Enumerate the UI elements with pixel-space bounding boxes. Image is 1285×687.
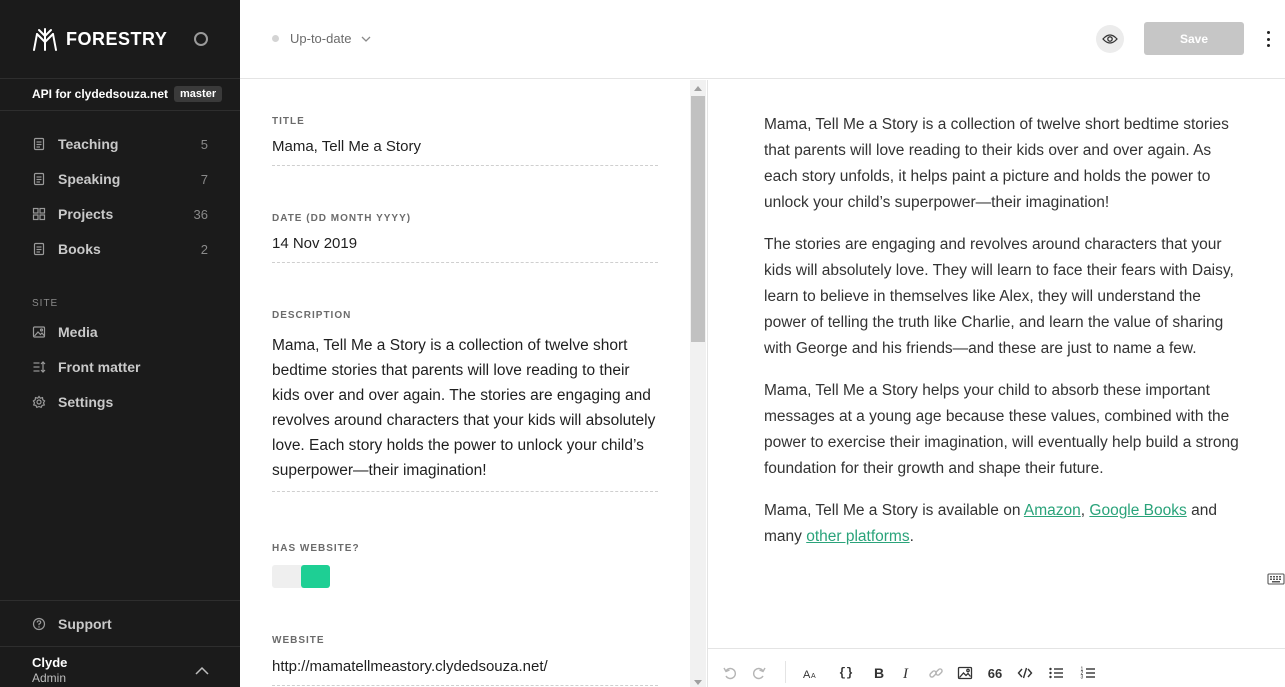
editor-paragraph: The stories are engaging and revolves ar… bbox=[764, 236, 1234, 357]
save-button[interactable]: Save bbox=[1144, 22, 1244, 55]
form-scrollbar[interactable] bbox=[690, 80, 706, 687]
sidebar-item-projects[interactable]: Projects 36 bbox=[32, 202, 208, 226]
scroll-down-icon[interactable] bbox=[694, 680, 702, 685]
sidebar-item-label: Media bbox=[58, 324, 98, 340]
svg-text:I: I bbox=[902, 666, 909, 681]
more-options-icon[interactable] bbox=[1260, 28, 1276, 50]
content-editor[interactable]: Mama, Tell Me a Story is a collection of… bbox=[707, 80, 1285, 648]
sidebar-item-label: Settings bbox=[58, 394, 114, 410]
sidebar-item-count: 2 bbox=[200, 241, 208, 257]
sidebar-item-speaking[interactable]: Speaking 7 bbox=[32, 167, 208, 191]
scroll-thumb[interactable] bbox=[691, 96, 705, 342]
website-label: WEBSITE bbox=[272, 635, 325, 646]
sidebar-item-support[interactable]: Support bbox=[32, 612, 208, 636]
bold-icon[interactable]: B bbox=[869, 663, 889, 683]
sidebar-item-books[interactable]: Books 2 bbox=[32, 237, 208, 261]
branch-badge: master bbox=[174, 86, 223, 102]
chevron-down-icon[interactable] bbox=[361, 35, 371, 43]
editor-body[interactable]: Mama, Tell Me a Story is a collection of… bbox=[764, 112, 1244, 566]
sync-status-icon[interactable] bbox=[194, 32, 208, 46]
forestry-logo-icon bbox=[33, 28, 57, 51]
site-switcher[interactable]: API for clydedsouza.net master bbox=[32, 86, 223, 102]
title-field[interactable]: Mama, Tell Me a Story bbox=[272, 138, 658, 166]
date-label: DATE (DD MONTH YYYY) bbox=[272, 213, 412, 224]
scroll-up-icon[interactable] bbox=[694, 86, 702, 91]
sidebar-item-label: Books bbox=[58, 241, 101, 257]
undo-icon[interactable] bbox=[720, 663, 740, 683]
brand-name: FORESTRY bbox=[66, 28, 168, 49]
bullet-list-icon[interactable] bbox=[1046, 663, 1066, 683]
status-dropdown[interactable]: Up-to-date bbox=[290, 31, 351, 46]
code-block-icon[interactable]: {} bbox=[836, 663, 856, 683]
sidebar-item-count: 7 bbox=[200, 171, 208, 187]
front-matter-icon bbox=[32, 360, 46, 374]
sidebar-item-media[interactable]: Media bbox=[32, 320, 208, 344]
site-name: API for clydedsouza.net bbox=[32, 87, 169, 101]
top-bar: Up-to-date Save bbox=[240, 0, 1285, 79]
sidebar-item-teaching[interactable]: Teaching 5 bbox=[32, 132, 208, 156]
description-field[interactable]: Mama, Tell Me a Story is a collection of… bbox=[272, 333, 658, 492]
section-label-site: SITE bbox=[32, 298, 59, 309]
chevron-up-icon[interactable] bbox=[195, 666, 209, 676]
eye-icon bbox=[1102, 34, 1118, 44]
numbered-list-icon[interactable]: 123 bbox=[1078, 663, 1098, 683]
svg-text:A: A bbox=[811, 673, 816, 680]
user-name[interactable]: Clyde bbox=[32, 655, 67, 670]
toolbar-separator bbox=[785, 661, 786, 683]
user-role: Admin bbox=[32, 671, 67, 685]
front-matter-form: TITLE Mama, Tell Me a Story DATE (DD MON… bbox=[240, 80, 690, 687]
redo-icon[interactable] bbox=[749, 663, 769, 683]
inline-code-icon[interactable] bbox=[1015, 663, 1035, 683]
status-dot bbox=[272, 35, 279, 42]
svg-text:3: 3 bbox=[1081, 675, 1084, 681]
help-circle-icon bbox=[32, 617, 46, 631]
preview-button[interactable] bbox=[1096, 25, 1124, 53]
sidebar-item-count: 5 bbox=[200, 136, 208, 152]
sidebar-divider bbox=[0, 110, 240, 111]
amazon-link[interactable]: Amazon bbox=[1024, 502, 1081, 519]
google-books-link[interactable]: Google Books bbox=[1089, 502, 1186, 519]
sidebar: FORESTRY API for clydedsouza.net master … bbox=[0, 0, 240, 687]
editor-text: Mama, Tell Me a Story is available on bbox=[764, 502, 1024, 519]
italic-icon[interactable]: I bbox=[897, 663, 917, 683]
document-icon bbox=[32, 172, 46, 186]
editor-paragraph: Mama, Tell Me a Story helps your child t… bbox=[764, 382, 1239, 477]
svg-text:B: B bbox=[874, 665, 884, 681]
has-website-label: HAS WEBSITE? bbox=[272, 543, 360, 554]
editor-paragraph: Mama, Tell Me a Story is available on Am… bbox=[764, 498, 1244, 550]
website-field[interactable]: http://mamatellmeastory.clydedsouza.net/ bbox=[272, 658, 658, 686]
date-field[interactable]: 14 Nov 2019 bbox=[272, 235, 658, 263]
keyboard-icon[interactable] bbox=[1267, 572, 1285, 586]
sidebar-divider bbox=[0, 646, 240, 647]
title-label: TITLE bbox=[272, 116, 305, 127]
document-icon bbox=[32, 137, 46, 151]
sidebar-item-front-matter[interactable]: Front matter bbox=[32, 355, 208, 379]
image-icon[interactable] bbox=[955, 663, 975, 683]
sidebar-item-label: Support bbox=[58, 616, 112, 632]
svg-text:A: A bbox=[803, 669, 811, 681]
image-icon bbox=[32, 325, 46, 339]
sidebar-item-label: Projects bbox=[58, 206, 114, 222]
gear-icon bbox=[32, 395, 46, 409]
document-icon bbox=[32, 242, 46, 256]
brand[interactable]: FORESTRY bbox=[32, 26, 167, 52]
text-size-icon[interactable]: AA bbox=[800, 663, 820, 683]
sidebar-divider bbox=[0, 600, 240, 601]
editor-paragraph: Mama, Tell Me a Story is a collection of… bbox=[764, 116, 1229, 211]
toggle-knob bbox=[301, 565, 330, 588]
sidebar-divider bbox=[0, 78, 240, 79]
grid-icon bbox=[32, 207, 46, 221]
link-icon[interactable] bbox=[926, 663, 946, 683]
sidebar-item-label: Front matter bbox=[58, 359, 141, 375]
other-platforms-link[interactable]: other platforms bbox=[806, 528, 909, 545]
sidebar-item-settings[interactable]: Settings bbox=[32, 390, 208, 414]
sidebar-item-count: 36 bbox=[193, 206, 208, 222]
sidebar-item-label: Speaking bbox=[58, 171, 121, 187]
editor-toolbar: AA {} B I 66 123 bbox=[707, 648, 1285, 687]
sidebar-item-label: Teaching bbox=[58, 136, 119, 152]
editor-text: . bbox=[909, 528, 914, 545]
has-website-toggle[interactable] bbox=[272, 565, 330, 588]
description-label: DESCRIPTION bbox=[272, 310, 352, 321]
blockquote-icon[interactable]: 66 bbox=[985, 663, 1005, 683]
